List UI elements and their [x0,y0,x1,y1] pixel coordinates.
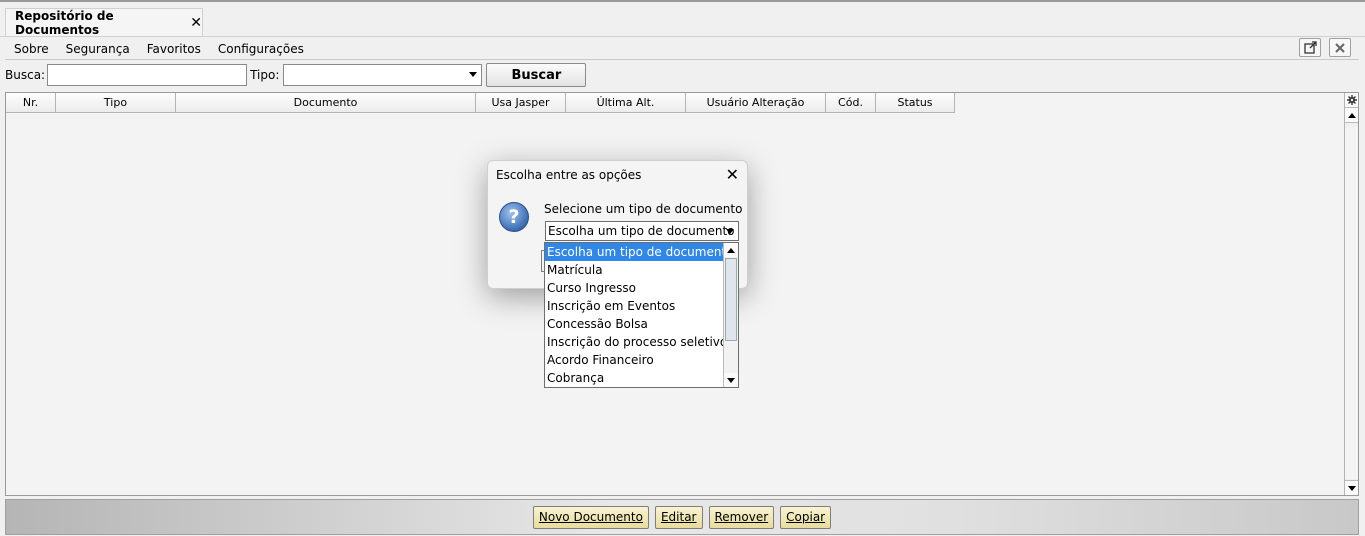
tab-title: Repositório de Documentos [15,8,114,37]
dialog-close-icon[interactable]: ✕ [726,165,739,184]
menu-item-favoritos[interactable]: Favoritos [138,42,209,56]
tab-close-icon[interactable]: ✕ [190,15,202,31]
novo-documento-button[interactable]: Novo Documento [532,505,649,529]
dropdown-option[interactable]: Acordo Financeiro [545,351,738,369]
chevron-down-icon [469,72,478,77]
column-header-usa-jasper[interactable]: Usa Jasper [476,93,566,113]
scroll-thumb[interactable] [725,258,737,341]
editar-button[interactable]: Editar [654,505,703,529]
tipo-label: Tipo: [250,68,280,82]
buscar-button[interactable]: Buscar [486,63,587,87]
application-window: Repositório de Documentos ✕ Sobre Segura… [0,0,1365,536]
scroll-down-arrow-icon[interactable] [724,373,738,387]
scroll-down-arrow-icon[interactable] [1345,480,1358,495]
dropdown-option[interactable]: Curso Ingresso [545,279,738,297]
menu-item-configuracoes[interactable]: Configurações [209,42,312,56]
column-header-tipo[interactable]: Tipo [56,93,176,113]
dropdown-option[interactable]: Cobrança [545,369,738,387]
close-icon[interactable] [1329,38,1351,57]
dialog-prompt: Selecione um tipo de documento [544,202,743,216]
tab-repositorio-documentos[interactable]: Repositório de Documentos ✕ [5,8,203,37]
tipo-select[interactable] [283,64,483,86]
scroll-track[interactable] [1345,127,1358,479]
dropdown-option[interactable]: Escolha um tipo de documento [545,243,734,261]
busca-label: Busca: [5,68,46,82]
tab-divider [0,36,1365,37]
gear-icon[interactable] [1345,93,1358,108]
action-bar: Novo Documento Editar Remover Copiar [5,499,1359,535]
dropdown-option[interactable]: Inscrição em Eventos [545,297,738,315]
external-link-icon[interactable] [1299,38,1321,57]
column-header-documento[interactable]: Documento [176,93,476,113]
busca-input[interactable] [47,64,248,86]
dropdown-scrollbar[interactable] [723,243,738,387]
search-bar: Busca: Tipo: Buscar [5,62,1359,88]
dropdown-option[interactable]: Inscrição do processo seletivo [545,333,738,351]
table-header: Nr. Tipo Documento Usa Jasper Última Alt… [6,93,955,113]
remover-button[interactable]: Remover [708,505,775,529]
dropdown-option[interactable]: Matrícula [545,261,738,279]
column-header-status[interactable]: Status [876,93,955,113]
chevron-down-icon [726,229,734,234]
menu-item-seguranca[interactable]: Segurança [57,42,138,56]
column-header-ultima-alt[interactable]: Última Alt. [566,93,686,113]
window-buttons [1299,38,1351,57]
table-scrollbar[interactable] [1344,93,1358,495]
scroll-up-arrow-icon[interactable] [724,243,738,257]
column-header-cod[interactable]: Cód. [826,93,876,113]
document-type-combo[interactable]: Escolha um tipo de documento [545,221,739,241]
menu-item-sobre[interactable]: Sobre [5,42,57,56]
document-type-dropdown-list: Escolha um tipo de documento Matrícula C… [544,242,739,388]
column-header-usuario-alteracao[interactable]: Usuário Alteração [686,93,826,113]
question-icon: ? [499,202,529,232]
dropdown-option[interactable]: Concessão Bolsa [545,315,738,333]
column-header-nr[interactable]: Nr. [6,93,56,113]
copiar-button[interactable]: Copiar [780,505,832,529]
menu-bar: Sobre Segurança Favoritos Configurações [5,38,1359,60]
scroll-up-arrow-icon[interactable] [1345,108,1358,123]
dialog-title: Escolha entre as opções [496,168,642,182]
document-type-combo-value: Escolha um tipo de documento [548,224,735,238]
